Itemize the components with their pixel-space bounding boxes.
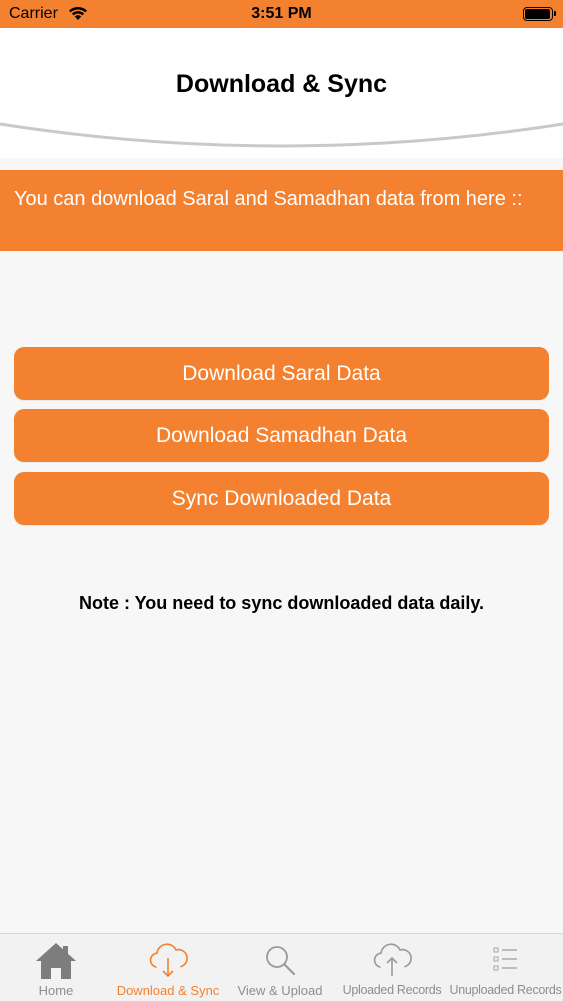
tab-bar: Home Download & Sync View & Upload Uploa… (0, 933, 563, 1001)
tab-uploaded-records[interactable]: Uploaded Records (336, 934, 448, 1001)
tab-label: Unuploaded Records (449, 983, 562, 997)
tab-download-sync[interactable]: Download & Sync (112, 934, 224, 1001)
cloud-download-icon (112, 940, 224, 980)
banner-text: You can download Saral and Samadhan data… (14, 188, 523, 210)
tab-label: Home (38, 983, 74, 998)
battery-icon (523, 7, 556, 21)
list-icon (448, 940, 563, 980)
tab-label: Download & Sync (116, 983, 220, 998)
search-icon (224, 940, 336, 980)
download-saral-button[interactable]: Download Saral Data (14, 347, 549, 400)
tab-view-upload[interactable]: View & Upload (224, 934, 336, 1001)
tab-label: View & Upload (237, 983, 323, 998)
header-curve-divider (0, 120, 563, 148)
download-samadhan-button[interactable]: Download Samadhan Data (14, 409, 549, 462)
home-icon (0, 940, 112, 980)
cloud-upload-icon (336, 940, 448, 980)
tab-label: Uploaded Records (342, 983, 442, 997)
info-banner: You can download Saral and Samadhan data… (0, 170, 563, 251)
tab-home[interactable]: Home (0, 934, 112, 1001)
status-time: 3:51 PM (251, 5, 312, 22)
sync-note: Note : You need to sync downloaded data … (78, 593, 485, 613)
status-bar: Carrier 3:51 PM (0, 0, 563, 28)
battery-level (525, 9, 550, 19)
tab-unuploaded-records[interactable]: Unuploaded Records (448, 934, 563, 1001)
sync-downloaded-button[interactable]: Sync Downloaded Data (14, 472, 549, 525)
page-title: Download & Sync (175, 70, 388, 98)
